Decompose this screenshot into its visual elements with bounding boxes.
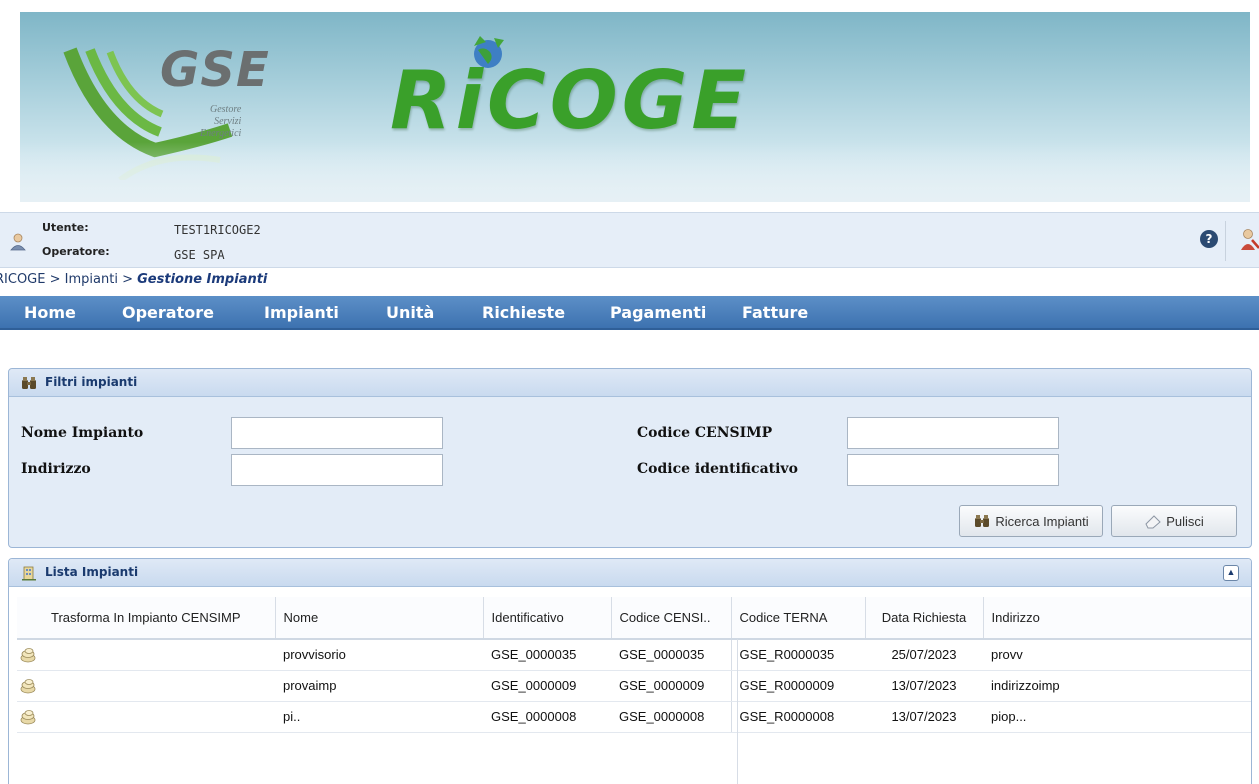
terna-cell: GSE_R0000008 [731, 701, 865, 733]
nome-cell: pi.. [275, 701, 483, 733]
transform-icon[interactable] [19, 708, 37, 726]
nav-item-unita[interactable]: Unità [386, 303, 434, 322]
censimp-cell: GSE_0000009 [611, 670, 732, 702]
identificativo-cell: GSE_0000008 [483, 701, 611, 733]
app-title: RiCOGE [390, 54, 751, 147]
divider [1225, 221, 1226, 261]
terna-cell: GSE_R0000035 [731, 639, 865, 671]
censimp-cell: GSE_0000035 [611, 639, 732, 671]
filter-panel-title: Filtri impianti [45, 375, 138, 389]
data-cell: 13/07/2023 [865, 701, 983, 733]
list-panel: Lista Impianti ▲ Trasforma In Impianto C… [8, 558, 1252, 784]
list-panel-header: Lista Impianti ▲ [9, 559, 1251, 587]
column-header-data-richiesta[interactable]: Data Richiesta [865, 597, 984, 640]
gse-logo-text: GSE [160, 42, 270, 98]
user-bar: Utente: TEST1RICOGE2 Operatore: GSE SPA … [0, 212, 1259, 268]
nome-impianto-input[interactable] [231, 417, 443, 449]
transform-cell[interactable] [17, 639, 275, 671]
nome-cell: provvisorio [275, 639, 483, 671]
indirizzo-label: Indirizzo [21, 461, 91, 477]
column-header-trasforma[interactable]: Trasforma In Impianto CENSIMP [17, 597, 276, 640]
nome-cell: provaimp [275, 670, 483, 702]
transform-cell[interactable] [17, 701, 275, 733]
plants-table: Trasforma In Impianto CENSIMP Nome Ident… [17, 597, 1251, 733]
column-divider [737, 639, 738, 784]
logout-icon[interactable] [1240, 228, 1259, 252]
nome-impianto-label: Nome Impianto [21, 425, 144, 441]
column-header-identificativo[interactable]: Identificativo [483, 597, 612, 640]
data-cell: 25/07/2023 [865, 639, 983, 671]
search-button-label: Ricerca Impianti [995, 513, 1089, 529]
binoculars-icon [22, 377, 36, 389]
column-header-codice-terna[interactable]: Codice TERNA [731, 597, 866, 640]
clear-button-label: Pulisci [1166, 513, 1204, 529]
identificativo-cell: GSE_0000035 [483, 639, 611, 671]
main-nav: Home Operatore Impianti Unità Richieste … [0, 296, 1259, 330]
codice-identificativo-label: Codice identificativo [637, 461, 798, 477]
user-label: Utente: [42, 221, 89, 234]
binoculars-icon [975, 515, 990, 527]
table-row[interactable]: pi.. GSE_0000008 GSE_0000008 GSE_R000000… [17, 701, 1251, 733]
codice-censimp-label: Codice CENSIMP [637, 425, 773, 441]
indirizzo-cell: indirizzoimp [983, 670, 1251, 702]
operator-value: GSE SPA [174, 248, 225, 262]
nav-item-pagamenti[interactable]: Pagamenti [610, 303, 706, 322]
breadcrumb-current: Gestione Impianti [137, 272, 268, 287]
table-header-row: Trasforma In Impianto CENSIMP Nome Ident… [17, 597, 1251, 640]
breadcrumb-item-impianti[interactable]: Impianti [65, 272, 118, 287]
transform-icon[interactable] [19, 646, 37, 664]
user-icon [10, 233, 26, 251]
column-header-codice-censimp[interactable]: Codice CENSI.. [611, 597, 732, 640]
table-row[interactable]: provaimp GSE_0000009 GSE_0000009 GSE_R00… [17, 670, 1251, 702]
censimp-cell: GSE_0000008 [611, 701, 732, 733]
indirizzo-input[interactable] [231, 454, 443, 486]
breadcrumb-separator: > [122, 272, 133, 287]
transform-cell[interactable] [17, 670, 275, 702]
column-header-nome[interactable]: Nome [275, 597, 484, 640]
breadcrumb: RICOGE > Impianti > Gestione Impianti [0, 272, 267, 288]
codice-identificativo-input[interactable] [847, 454, 1059, 486]
eraser-icon [1145, 515, 1161, 529]
terna-cell: GSE_R0000009 [731, 670, 865, 702]
indirizzo-cell: provv [983, 639, 1251, 671]
nav-item-home[interactable]: Home [24, 303, 76, 322]
building-icon [22, 566, 36, 581]
column-header-indirizzo[interactable]: Indirizzo [983, 597, 1251, 640]
nav-item-operatore[interactable]: Operatore [122, 303, 214, 322]
transform-icon[interactable] [19, 677, 37, 695]
filter-panel-header: Filtri impianti [9, 369, 1251, 397]
collapse-icon[interactable]: ▲ [1223, 565, 1239, 581]
list-panel-title: Lista Impianti [45, 565, 139, 579]
help-icon[interactable]: ? [1200, 230, 1218, 248]
breadcrumb-separator: > [49, 272, 61, 287]
identificativo-cell: GSE_0000009 [483, 670, 611, 702]
filter-panel: Filtri impianti Nome Impianto Indirizzo … [8, 368, 1252, 548]
user-value: TEST1RICOGE2 [174, 223, 261, 237]
header-banner: GSE Gestore Servizi Energetici RiCOGE [20, 12, 1250, 202]
codice-censimp-input[interactable] [847, 417, 1059, 449]
nav-item-impianti[interactable]: Impianti [264, 303, 339, 322]
nav-item-fatture[interactable]: Fatture [742, 303, 808, 322]
gse-logo-subtitle: Gestore Servizi Energetici [200, 104, 242, 139]
search-button[interactable]: Ricerca Impianti [959, 505, 1103, 537]
clear-button[interactable]: Pulisci [1111, 505, 1237, 537]
nav-item-richieste[interactable]: Richieste [482, 303, 565, 322]
operator-label: Operatore: [42, 245, 110, 258]
indirizzo-cell: piop... [983, 701, 1251, 733]
data-cell: 13/07/2023 [865, 670, 983, 702]
table-row[interactable]: provvisorio GSE_0000035 GSE_0000035 GSE_… [17, 639, 1251, 671]
breadcrumb-item-ricoge[interactable]: RICOGE [0, 272, 45, 287]
